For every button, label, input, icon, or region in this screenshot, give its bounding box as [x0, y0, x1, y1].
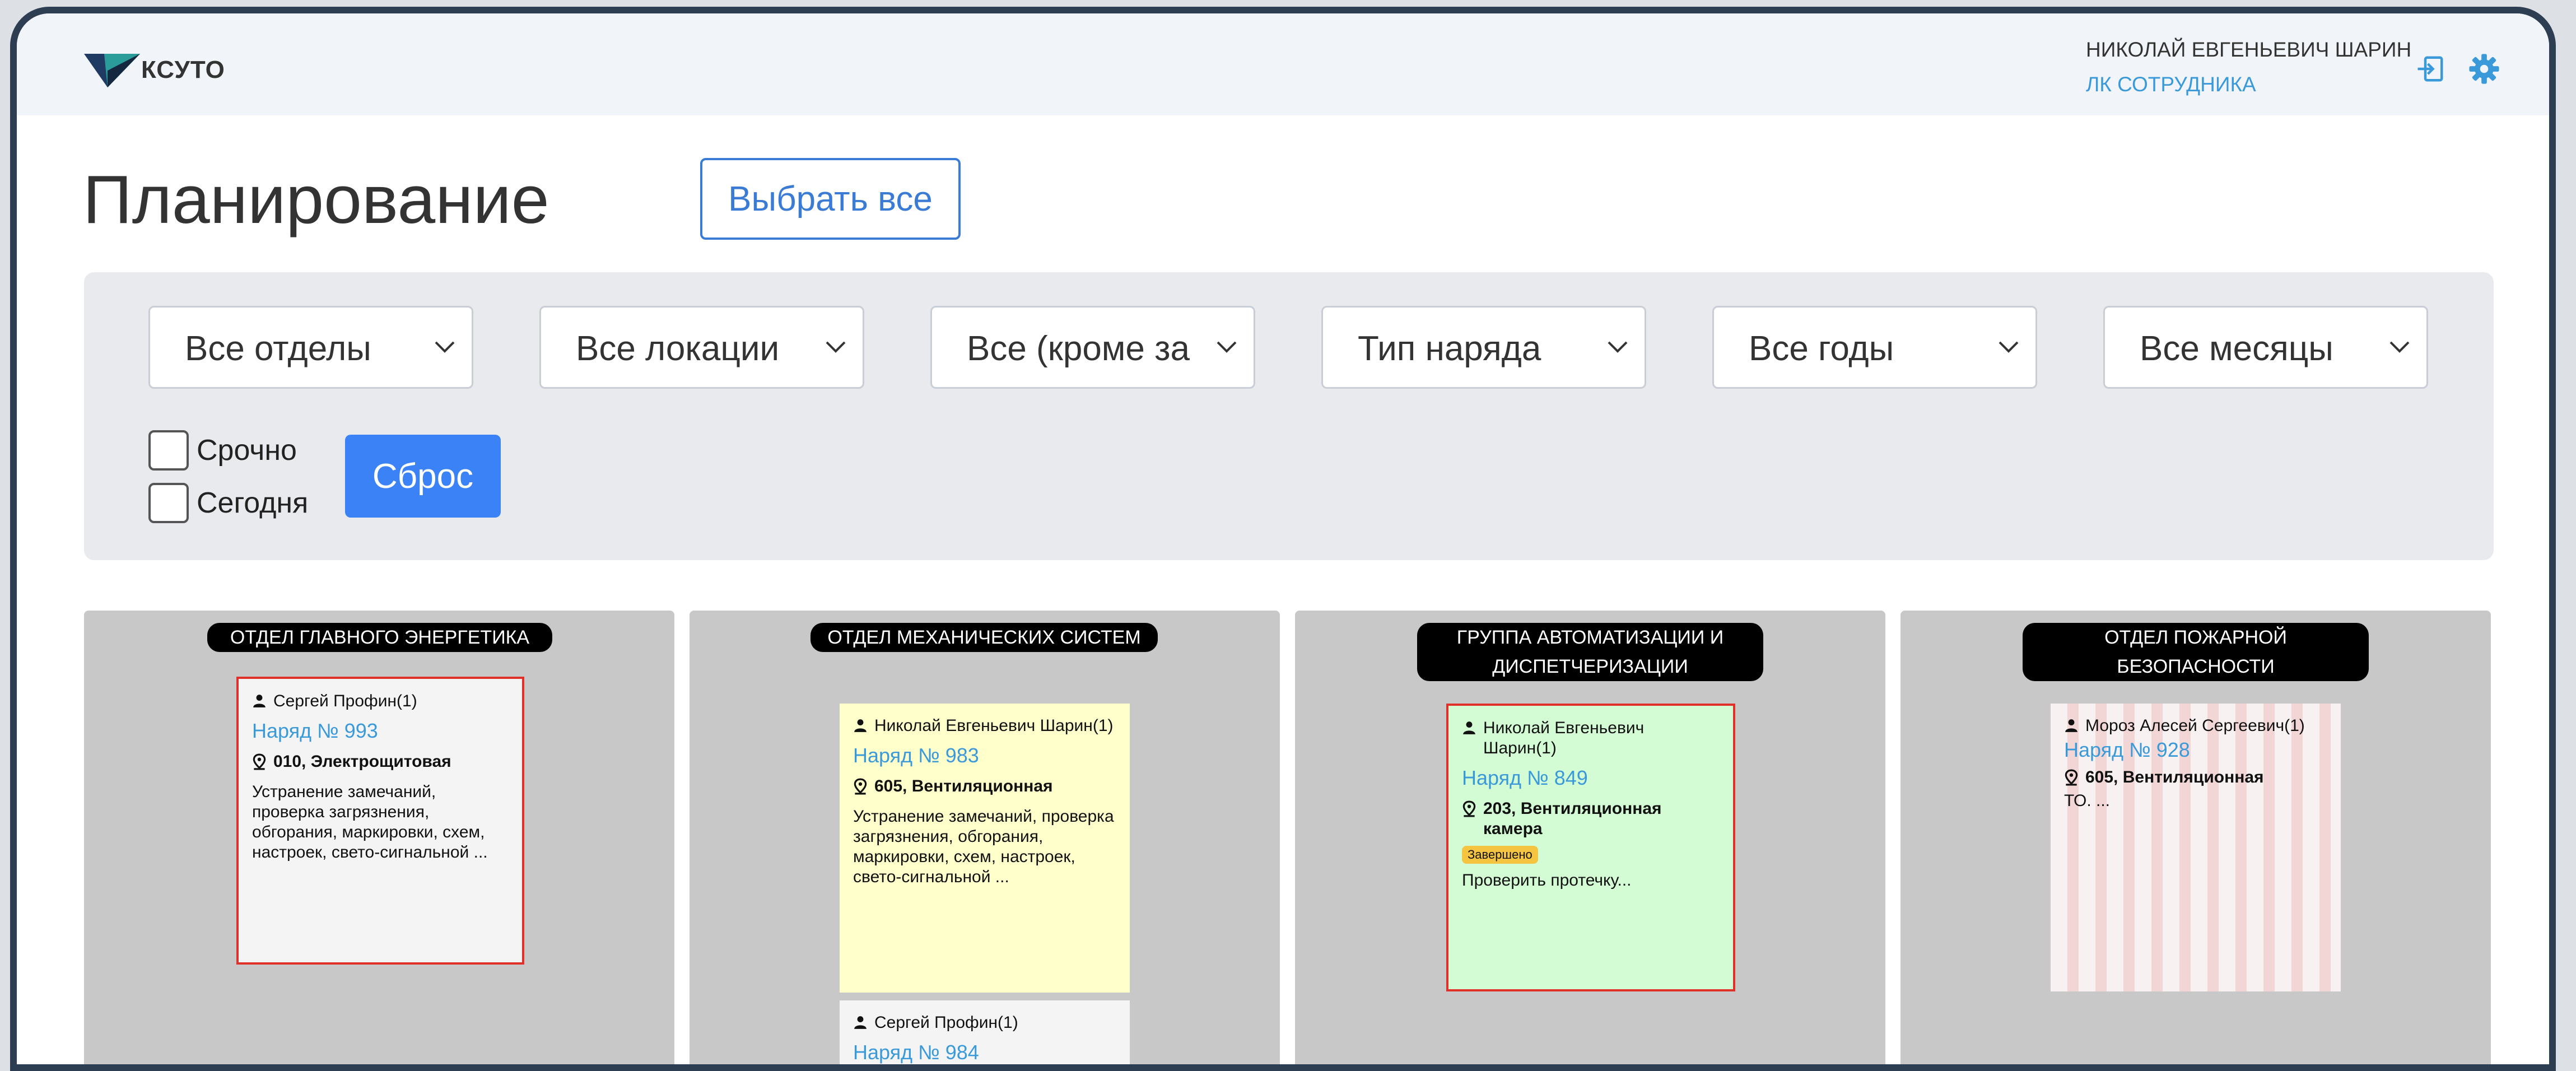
page-title: Планирование — [83, 161, 549, 238]
today-checkbox-row: Сегодня — [148, 483, 308, 523]
department-select-value: Все отделы — [185, 329, 371, 368]
card-assignee: Николай Евгеньевич Шарин(1) — [1462, 718, 1720, 758]
order-card[interactable]: Николай Евгеньевич Шарин(1) Наряд № 983 … — [840, 704, 1130, 993]
order-type-select[interactable]: Тип наряда — [1321, 306, 1646, 389]
chevron-down-icon — [435, 341, 455, 353]
card-assignee: Сергей Профин(1) — [853, 1013, 1116, 1033]
person-icon — [253, 695, 265, 707]
month-select-value: Все месяцы — [2140, 329, 2333, 368]
card-assignee: Сергей Профин(1) — [252, 691, 509, 711]
chevron-down-icon — [1217, 341, 1237, 353]
order-card[interactable]: Сергей Профин(1) Наряд № 984 — [840, 1000, 1130, 1064]
location-pin-icon — [2065, 769, 2078, 786]
order-card[interactable]: Мороз Алесей Сергеевич(1) Наряд № 928 60… — [2051, 704, 2341, 991]
card-description: ТО. ... — [2064, 791, 2110, 810]
employee-account-link[interactable]: ЛК СОТРУДНИКА — [2086, 73, 2256, 96]
status-select-value: Все (кроме за — [967, 329, 1190, 368]
gear-icon[interactable] — [2468, 53, 2500, 85]
logout-icon[interactable] — [2415, 54, 2445, 84]
chevron-down-icon — [1999, 341, 2019, 353]
card-assignee: Николай Евгеньевич Шарин(1) — [853, 716, 1116, 736]
card-description: Устранение замечаний, проверка загрязнен… — [853, 807, 1114, 886]
status-select[interactable]: Все (кроме за — [930, 306, 1255, 389]
column-title: ГРУППА АВТОМАТИЗАЦИИ И ДИСПЕТЧЕРИЗАЦИИ — [1417, 623, 1763, 681]
column-title: ОТДЕЛ ГЛАВНОГО ЭНЕРГЕТИКА — [207, 623, 552, 652]
filter-panel: Все отделы Все локации Все (кроме за Тип… — [84, 272, 2494, 560]
card-location: 605, Вентиляционная — [2064, 767, 2327, 788]
urgent-checkbox[interactable] — [148, 430, 189, 471]
assignee-name: Мороз Алесей Сергеевич(1) — [2085, 716, 2305, 735]
logo-text: КСУТО — [141, 56, 225, 83]
department-column: ОТДЕЛ МЕХАНИЧЕСКИХ СИСТЕМ Николай Евгень… — [690, 611, 1280, 1064]
department-column: ГРУППА АВТОМАТИЗАЦИИ И ДИСПЕТЧЕРИЗАЦИИ Н… — [1295, 611, 1885, 1064]
card-description: Устранение замечаний, проверка загрязнен… — [252, 783, 488, 862]
app-window: КСУТО НИКОЛАЙ ЕВГЕНЬЕВИЧ ШАРИН ЛК СОТРУД… — [10, 7, 2556, 1071]
department-column: ОТДЕЛ ПОЖАРНОЙ БЕЗОПАСНОСТИ Мороз Алесей… — [1900, 611, 2491, 1064]
department-select[interactable]: Все отделы — [148, 306, 473, 389]
assignee-name: Сергей Профин(1) — [273, 692, 417, 710]
year-select[interactable]: Все годы — [1712, 306, 2037, 389]
order-type-select-value: Тип наряда — [1358, 329, 1541, 368]
user-name: НИКОЛАЙ ЕВГЕНЬЕВИЧ ШАРИН — [2086, 38, 2412, 61]
urgent-label: Срочно — [197, 434, 297, 467]
month-select[interactable]: Все месяцы — [2103, 306, 2428, 389]
logo-icon — [84, 54, 140, 87]
card-description: Проверить протечку... — [1462, 871, 1632, 890]
year-select-value: Все годы — [1749, 329, 1894, 368]
select-all-button[interactable]: Выбрать все — [700, 158, 961, 240]
order-number-link[interactable]: Наряд № 983 — [853, 744, 1116, 767]
chevron-down-icon — [2389, 341, 2410, 353]
person-icon — [854, 1016, 867, 1029]
reset-button[interactable]: Сброс — [345, 435, 501, 518]
person-icon — [2065, 719, 2077, 732]
person-icon — [1463, 721, 1475, 734]
order-card[interactable]: Николай Евгеньевич Шарин(1) Наряд № 849 … — [1446, 704, 1735, 991]
status-badge: Завершено — [1462, 846, 1538, 864]
order-number-link[interactable]: Наряд № 928 — [2064, 738, 2327, 762]
top-bar: КСУТО НИКОЛАЙ ЕВГЕНЬЕВИЧ ШАРИН ЛК СОТРУД… — [17, 13, 2549, 115]
order-number-link[interactable]: Наряд № 984 — [853, 1041, 1116, 1064]
assignee-name: Николай Евгеньевич Шарин(1) — [1483, 719, 1645, 757]
location-pin-icon — [1462, 800, 1476, 817]
location-pin-icon — [854, 778, 867, 795]
assignee-name: Николай Евгеньевич Шарин(1) — [874, 716, 1114, 735]
order-number-link[interactable]: Наряд № 993 — [252, 719, 509, 743]
card-location: 605, Вентиляционная — [853, 776, 1116, 797]
chevron-down-icon — [1608, 341, 1628, 353]
location-select-value: Все локации — [576, 329, 780, 368]
location-select[interactable]: Все локации — [539, 306, 864, 389]
column-title: ОТДЕЛ МЕХАНИЧЕСКИХ СИСТЕМ — [810, 623, 1158, 652]
urgent-checkbox-row: Срочно — [148, 430, 297, 471]
location-pin-icon — [253, 753, 266, 770]
location-text: 203, Вентиляционная камера — [1483, 799, 1662, 838]
location-text: 605, Вентиляционная — [2085, 768, 2264, 786]
location-text: 605, Вентиляционная — [874, 777, 1053, 795]
assignee-name: Сергей Профин(1) — [874, 1013, 1018, 1032]
card-location: 010, Электрощитовая — [252, 752, 509, 772]
today-checkbox[interactable] — [148, 483, 189, 523]
department-column: ОТДЕЛ ГЛАВНОГО ЭНЕРГЕТИКА Сергей Профин(… — [84, 611, 674, 1064]
order-number-link[interactable]: Наряд № 849 — [1462, 766, 1720, 790]
location-text: 010, Электрощитовая — [273, 752, 451, 771]
card-location: 203, Вентиляционная камера — [1462, 799, 1720, 839]
card-assignee: Мороз Алесей Сергеевич(1) — [2064, 716, 2327, 736]
order-card[interactable]: Сергей Профин(1) Наряд № 993 010, Электр… — [236, 677, 524, 965]
column-title: ОТДЕЛ ПОЖАРНОЙ БЕЗОПАСНОСТИ — [2023, 623, 2369, 681]
today-label: Сегодня — [197, 487, 309, 519]
chevron-down-icon — [826, 341, 846, 353]
logo[interactable]: КСУТО — [84, 50, 225, 90]
person-icon — [854, 719, 867, 732]
